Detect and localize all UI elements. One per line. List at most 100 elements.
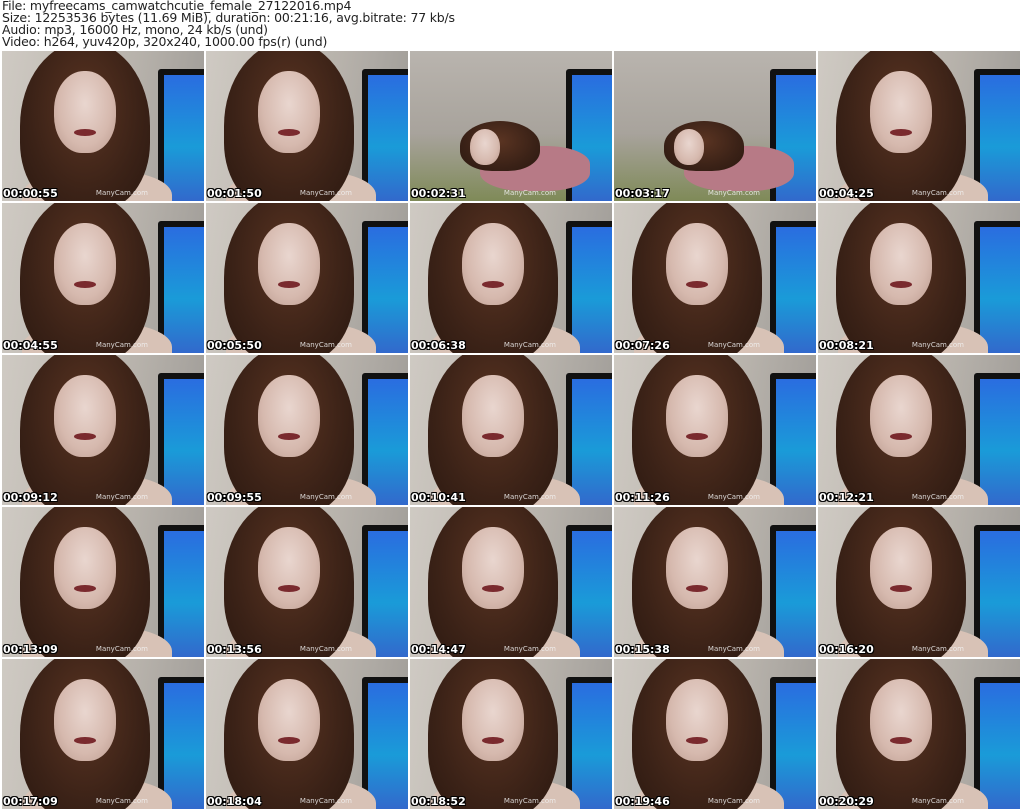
person-face <box>870 223 932 305</box>
monitor-screen <box>158 677 204 809</box>
monitor-display <box>776 683 816 809</box>
timestamp-label: 00:20:29 <box>819 795 874 808</box>
watermark-label: ManyCam.com <box>707 189 760 197</box>
video-thumbnail: ManyCam.com 00:18:04 <box>206 659 408 809</box>
timestamp-label: 00:04:25 <box>819 187 874 200</box>
person-face <box>258 71 320 153</box>
monitor-screen <box>362 373 408 505</box>
video-thumbnail: ManyCam.com 00:00:55 <box>2 51 204 201</box>
monitor-display <box>368 379 408 505</box>
person-lips <box>686 281 708 288</box>
monitor-screen <box>974 677 1020 809</box>
monitor-display <box>980 75 1020 201</box>
person-face <box>462 527 524 609</box>
person-face <box>54 223 116 305</box>
watermark-label: ManyCam.com <box>299 645 352 653</box>
video-thumbnail: ManyCam.com 00:15:38 <box>614 507 816 657</box>
watermark-label: ManyCam.com <box>95 797 148 805</box>
monitor-display <box>368 75 408 201</box>
video-thumbnail: ManyCam.com 00:04:55 <box>2 203 204 353</box>
video-thumbnail: ManyCam.com 00:01:50 <box>206 51 408 201</box>
timestamp-label: 00:09:12 <box>3 491 58 504</box>
watermark-label: ManyCam.com <box>503 189 556 197</box>
monitor-display <box>776 227 816 353</box>
person-face <box>54 679 116 761</box>
video-thumbnail: ManyCam.com 00:13:09 <box>2 507 204 657</box>
watermark-label: ManyCam.com <box>299 189 352 197</box>
monitor-screen <box>566 221 612 353</box>
monitor-screen <box>362 525 408 657</box>
person-face <box>258 679 320 761</box>
watermark-label: ManyCam.com <box>95 493 148 501</box>
monitor-display <box>572 379 612 505</box>
video-thumbnail: ManyCam.com 00:10:41 <box>410 355 612 505</box>
video-thumbnail: ManyCam.com 00:18:52 <box>410 659 612 809</box>
video-thumbnail: ManyCam.com 00:17:09 <box>2 659 204 809</box>
timestamp-label: 00:00:55 <box>3 187 58 200</box>
monitor-display <box>368 683 408 809</box>
person-lips <box>890 281 912 288</box>
timestamp-label: 00:01:50 <box>207 187 262 200</box>
timestamp-label: 00:06:38 <box>411 339 466 352</box>
monitor-screen <box>974 221 1020 353</box>
watermark-label: ManyCam.com <box>503 645 556 653</box>
monitor-screen <box>974 69 1020 201</box>
watermark-label: ManyCam.com <box>707 493 760 501</box>
monitor-screen <box>770 677 816 809</box>
timestamp-label: 00:14:47 <box>411 643 466 656</box>
video-thumbnail: ManyCam.com 00:09:12 <box>2 355 204 505</box>
file-info-header: File: myfreecams_camwatchcutie_female_27… <box>2 0 455 48</box>
monitor-display <box>368 227 408 353</box>
monitor-screen <box>770 525 816 657</box>
person-lips <box>686 585 708 592</box>
monitor-screen <box>770 373 816 505</box>
video-thumbnail: ManyCam.com 00:03:17 <box>614 51 816 201</box>
person-face <box>462 679 524 761</box>
watermark-label: ManyCam.com <box>95 645 148 653</box>
video-thumbnail: ManyCam.com 00:13:56 <box>206 507 408 657</box>
person-face <box>674 129 704 165</box>
video-thumbnail: ManyCam.com 00:02:31 <box>410 51 612 201</box>
timestamp-label: 00:16:20 <box>819 643 874 656</box>
watermark-label: ManyCam.com <box>299 493 352 501</box>
person-face <box>666 527 728 609</box>
person-lips <box>278 129 300 136</box>
monitor-display <box>572 531 612 657</box>
watermark-label: ManyCam.com <box>911 645 964 653</box>
timestamp-label: 00:03:17 <box>615 187 670 200</box>
timestamp-label: 00:18:52 <box>411 795 466 808</box>
watermark-label: ManyCam.com <box>503 341 556 349</box>
person-face <box>54 527 116 609</box>
person-face <box>870 527 932 609</box>
monitor-screen <box>974 525 1020 657</box>
video-thumbnail: ManyCam.com 00:16:20 <box>818 507 1020 657</box>
person-face <box>870 679 932 761</box>
person-lips <box>890 585 912 592</box>
timestamp-label: 00:05:50 <box>207 339 262 352</box>
timestamp-label: 00:13:56 <box>207 643 262 656</box>
watermark-label: ManyCam.com <box>911 797 964 805</box>
watermark-label: ManyCam.com <box>707 797 760 805</box>
person-lips <box>278 585 300 592</box>
person-lips <box>686 737 708 744</box>
video-thumbnail: ManyCam.com 00:11:26 <box>614 355 816 505</box>
person-lips <box>482 585 504 592</box>
monitor-display <box>164 531 204 657</box>
monitor-display <box>368 531 408 657</box>
watermark-label: ManyCam.com <box>911 493 964 501</box>
timestamp-label: 00:18:04 <box>207 795 262 808</box>
timestamp-label: 00:07:26 <box>615 339 670 352</box>
person-lips <box>278 433 300 440</box>
monitor-screen <box>362 69 408 201</box>
video-thumbnail: ManyCam.com 00:04:25 <box>818 51 1020 201</box>
watermark-label: ManyCam.com <box>707 341 760 349</box>
person-face <box>54 375 116 457</box>
person-face <box>258 223 320 305</box>
person-lips <box>482 433 504 440</box>
person-lips <box>74 129 96 136</box>
video-thumbnail: ManyCam.com 00:08:21 <box>818 203 1020 353</box>
timestamp-label: 00:11:26 <box>615 491 670 504</box>
person-lips <box>482 281 504 288</box>
watermark-label: ManyCam.com <box>95 189 148 197</box>
timestamp-label: 00:10:41 <box>411 491 466 504</box>
